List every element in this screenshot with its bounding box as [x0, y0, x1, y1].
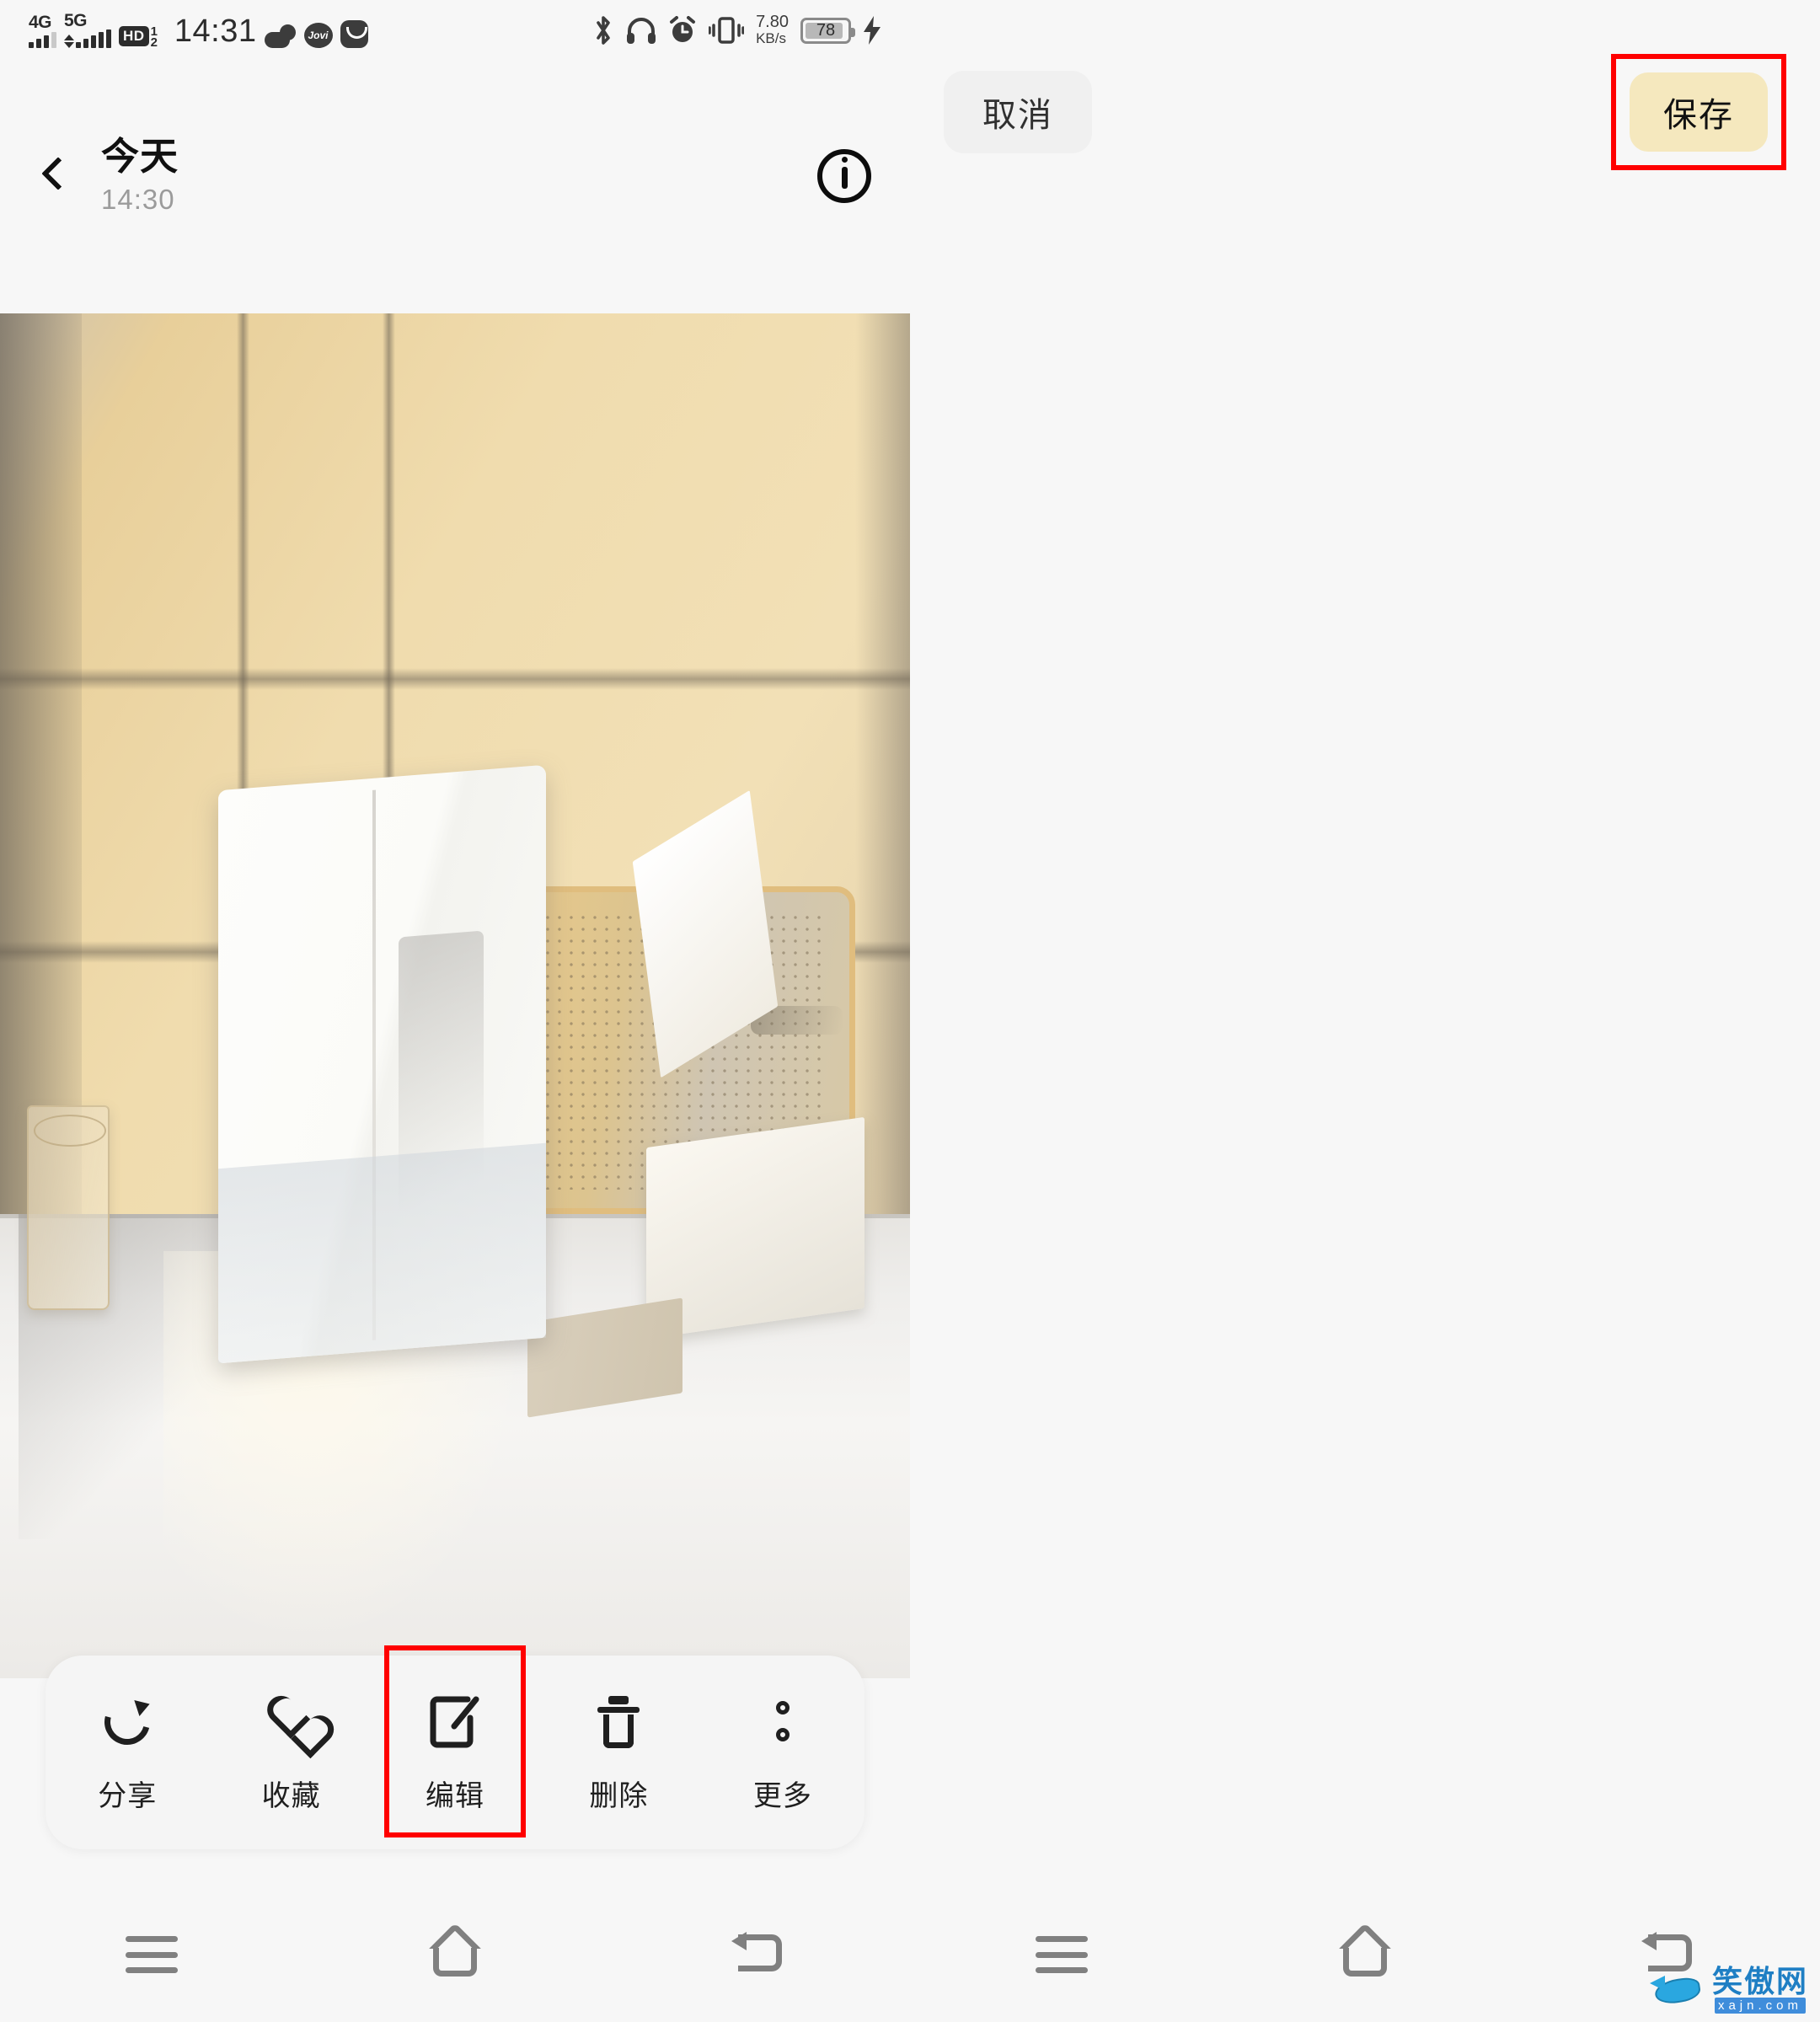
status-bar-left: 4G 5G HD 1 2 14:31 Jovi 7.80 KB/s 78: [0, 0, 910, 61]
cloud-icon: [264, 24, 297, 48]
bluetooth-icon: [597, 16, 610, 45]
site-watermark: 笑傲网 xajn.com: [1649, 1964, 1808, 2014]
back-button-left[interactable]: [708, 1917, 809, 1993]
jovi-icon: Jovi: [303, 23, 333, 48]
back-arrow-icon: [730, 1931, 787, 1978]
left-phone-panel: 4G 5G HD 1 2 14:31 Jovi 7.80 KB/s 78 今天 …: [0, 0, 910, 2022]
action-delete[interactable]: 删除: [537, 1656, 700, 1849]
signal-4g: 4G: [29, 13, 56, 48]
action-delete-label: 删除: [589, 1779, 649, 1812]
network-label-4g: 4G: [29, 13, 52, 32]
sim2-label: 2: [150, 35, 158, 50]
app-icon: [340, 20, 368, 48]
home-button-right[interactable]: [1314, 1917, 1416, 1993]
action-more-label: 更多: [752, 1779, 812, 1812]
system-nav-bar-left: [0, 1887, 910, 2022]
data-arrows-icon: [64, 29, 74, 48]
photo-action-bar: 分享 收藏 编辑 删除 更多: [46, 1645, 864, 1849]
home-button-left[interactable]: [404, 1917, 506, 1993]
menu-recents-icon: [1036, 1936, 1088, 1973]
chevron-left-icon[interactable]: [39, 157, 64, 195]
screenshot-root: 4G 5G HD 1 2 14:31 Jovi 7.80 KB/s 78 今天 …: [0, 0, 1820, 2022]
save-button[interactable]: 保存: [1630, 72, 1768, 152]
recents-button-left[interactable]: [101, 1917, 202, 1993]
battery-percent-label: 78: [816, 20, 836, 40]
heart-icon: [265, 1692, 318, 1752]
right-phone-panel: 取消 保存 笑傲网 xajn.com: [910, 0, 1820, 2022]
cancel-button[interactable]: 取消: [944, 71, 1092, 153]
watermark-brand-en: xajn.com: [1714, 1998, 1806, 2014]
edit-pencil-icon: [429, 1692, 481, 1752]
action-favorite-label: 收藏: [261, 1779, 321, 1812]
action-more[interactable]: 更多: [701, 1656, 864, 1849]
action-share[interactable]: 分享: [46, 1656, 209, 1849]
vibrate-icon: [709, 17, 745, 44]
more-dots-icon: [775, 1692, 790, 1752]
network-label-5g: 5G: [64, 11, 88, 30]
home-icon: [427, 1931, 483, 1978]
net-speed-unit: KB/s: [756, 30, 786, 46]
signal-bars-icon: [29, 31, 56, 48]
trash-icon: [597, 1692, 640, 1752]
watermark-brand-cn: 笑傲网: [1711, 1964, 1808, 1998]
save-button-wrap: 保存: [1611, 54, 1786, 170]
action-share-label: 分享: [98, 1779, 158, 1812]
photo-detail-header: 今天 14:30: [0, 61, 910, 313]
page-subtitle-time: 14:30: [101, 184, 175, 215]
net-speed-value: 7.80: [756, 13, 789, 31]
status-clock: 14:31: [174, 13, 257, 49]
editor-top-bar: 取消 保存: [910, 54, 1820, 170]
menu-recents-icon: [126, 1936, 178, 1973]
info-circle-icon[interactable]: [817, 149, 871, 203]
action-edit-label: 编辑: [426, 1779, 485, 1812]
share-icon: [101, 1692, 153, 1752]
page-title: 今天: [101, 135, 179, 178]
volte-hd-indicator: HD 1 2: [119, 25, 158, 50]
signal-bars5-icon: [76, 29, 111, 48]
action-favorite[interactable]: 收藏: [209, 1656, 372, 1849]
photo-viewer-left[interactable]: [0, 313, 910, 1678]
action-edit[interactable]: 编辑: [373, 1645, 537, 1849]
headphones-icon: [627, 18, 656, 44]
lightning-bolt-icon: [864, 16, 881, 45]
home-icon: [1337, 1931, 1393, 1978]
network-speed: 7.80 KB/s: [756, 13, 789, 46]
recents-button-right[interactable]: [1011, 1917, 1112, 1993]
battery-indicator: 78: [800, 17, 855, 44]
hd-label: HD: [119, 26, 149, 46]
alarm-clock-icon: [670, 16, 696, 42]
shark-logo-icon: [1649, 1971, 1705, 2009]
signal-5g: 5G: [64, 11, 111, 48]
